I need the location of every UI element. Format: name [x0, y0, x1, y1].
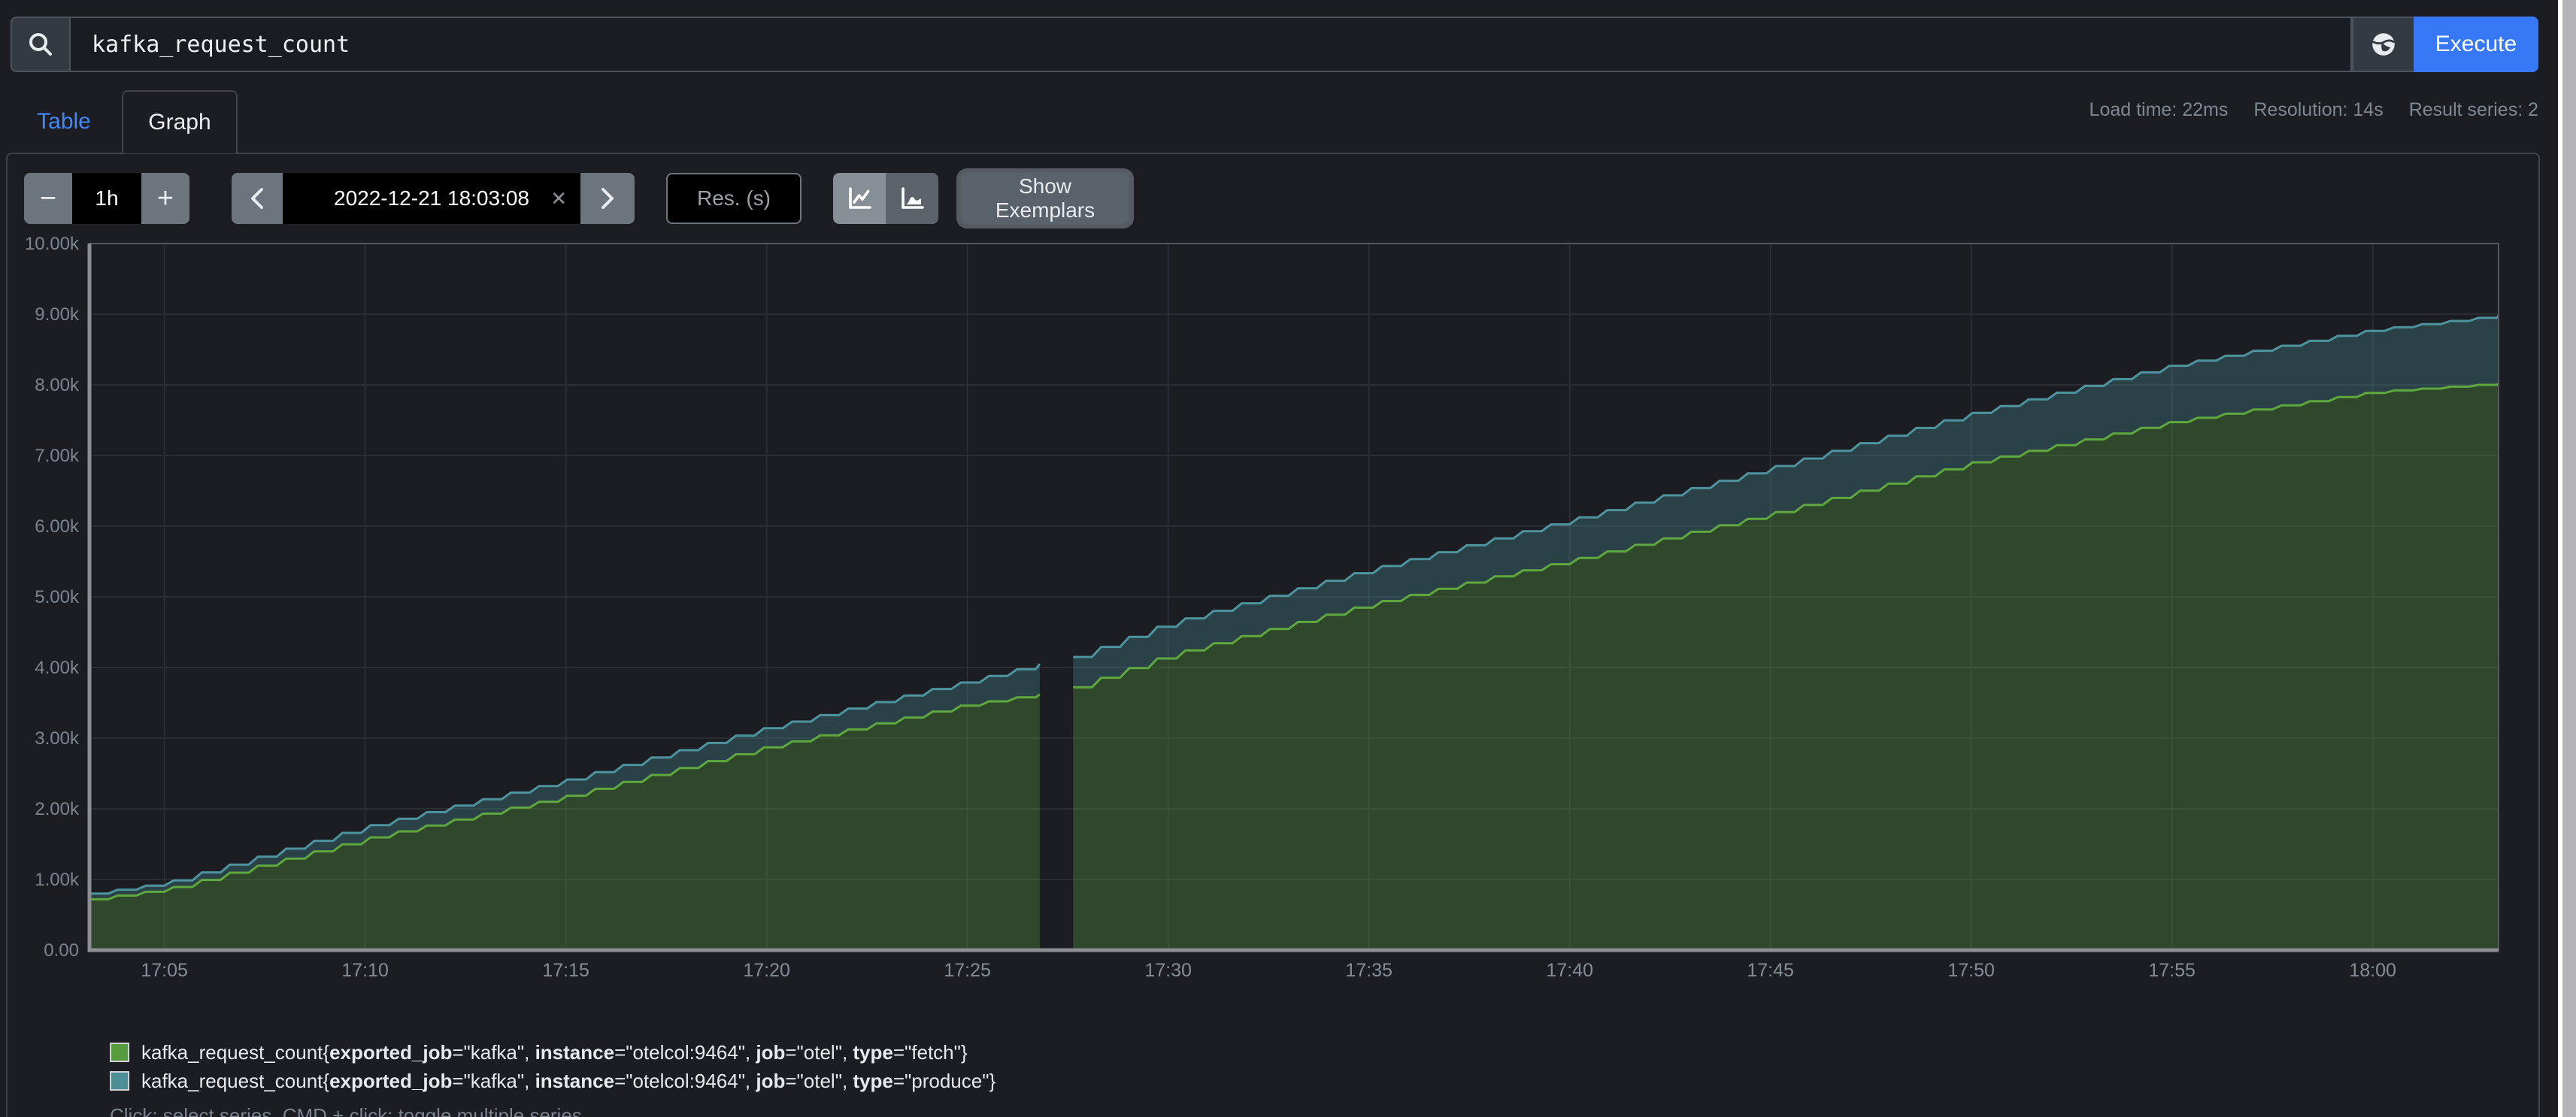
datetime-value: 2022-12-21 18:03:08 [334, 186, 529, 210]
range-input[interactable]: 1h [72, 173, 141, 224]
stacked-chart-mode-button[interactable] [886, 173, 938, 224]
graph-legend: kafka_request_count{exported_job="kafka"… [110, 1038, 996, 1117]
page-scrollbar[interactable] [2558, 0, 2576, 1117]
series-label: kafka_request_count{exported_job="kafka"… [141, 1041, 968, 1064]
series-swatch [110, 1043, 129, 1062]
svg-text:17:25: 17:25 [944, 960, 991, 981]
time-forward-button[interactable] [580, 173, 635, 224]
svg-text:17:55: 17:55 [2148, 960, 2196, 981]
svg-text:7.00k: 7.00k [35, 446, 80, 466]
resolution-input[interactable] [666, 173, 802, 224]
resolution-stat: Resolution: 14s [2253, 99, 2383, 121]
load-time: Load time: 22ms [2090, 99, 2229, 121]
query-input[interactable] [69, 17, 2352, 72]
svg-text:3.00k: 3.00k [35, 728, 80, 749]
svg-text:17:15: 17:15 [542, 960, 589, 981]
svg-text:17:10: 17:10 [341, 960, 389, 981]
svg-text:6.00k: 6.00k [35, 516, 80, 537]
svg-text:17:50: 17:50 [1947, 960, 1995, 981]
tab-table[interactable]: Table [6, 90, 122, 153]
chevron-left-icon [249, 186, 265, 210]
time-travel-button[interactable] [2352, 17, 2414, 72]
range-input-group: − 1h + [24, 173, 189, 224]
svg-text:17:45: 17:45 [1747, 960, 1794, 981]
svg-text:17:35: 17:35 [1345, 960, 1393, 981]
datetime-input[interactable]: 2022-12-21 18:03:08 ✕ [283, 173, 580, 224]
svg-text:1.00k: 1.00k [35, 870, 80, 890]
svg-text:5.00k: 5.00k [35, 587, 80, 607]
legend-rows: kafka_request_count{exported_job="kafka"… [110, 1038, 996, 1095]
datetime-clear-icon[interactable]: ✕ [550, 187, 567, 210]
svg-text:17:05: 17:05 [141, 960, 188, 981]
stacked-chart-icon [899, 185, 926, 212]
search-icon-segment [11, 17, 69, 72]
query-stats: Load time: 22ms Resolution: 14s Result s… [2090, 99, 2538, 121]
range-increase-button[interactable]: + [141, 173, 189, 224]
chevron-right-icon [599, 186, 616, 210]
range-decrease-button[interactable]: − [24, 173, 72, 224]
svg-text:9.00k: 9.00k [35, 304, 80, 325]
svg-text:17:30: 17:30 [1144, 960, 1192, 981]
graph-controls: − 1h + 2022-12-21 18:03:08 ✕ [24, 173, 1129, 224]
time-back-button[interactable] [232, 173, 283, 224]
legend-item[interactable]: kafka_request_count{exported_job="kafka"… [110, 1038, 996, 1067]
svg-text:18:00: 18:00 [2349, 960, 2396, 981]
globe-icon [2370, 31, 2397, 58]
svg-text:8.00k: 8.00k [35, 375, 80, 395]
execute-button[interactable]: Execute [2414, 17, 2538, 72]
line-chart-icon [846, 185, 873, 212]
search-icon [28, 32, 53, 57]
svg-text:10.00k: 10.00k [25, 236, 80, 254]
series-swatch [110, 1071, 129, 1091]
result-series-stat: Result series: 2 [2409, 99, 2538, 121]
svg-text:4.00k: 4.00k [35, 658, 80, 678]
chart-mode-toggle [833, 173, 938, 224]
graph-canvas[interactable]: 0.00 1.00k 2.00k 3.00k 4.00k 5.00k 6.00k 7.00k 8… [8, 236, 2534, 995]
svg-text:2.00k: 2.00k [35, 799, 80, 819]
scrollbar-thumb[interactable] [2562, 0, 2576, 1117]
legend-hint: Click: select series, CMD + click: toggl… [110, 1104, 996, 1117]
line-chart-mode-button[interactable] [833, 173, 886, 224]
query-bar: Execute [11, 17, 2538, 72]
svg-text:17:40: 17:40 [1546, 960, 1593, 981]
graph-panel: − 1h + 2022-12-21 18:03:08 ✕ [6, 153, 2540, 1117]
graph-chart[interactable]: 0.00 1.00k 2.00k 3.00k 4.00k 5.00k 6.00k 7.00k 8… [8, 236, 2534, 995]
show-exemplars-button[interactable]: Show Exemplars [961, 173, 1129, 224]
panel-tabs: Table Graph [6, 90, 238, 153]
svg-text:0.00: 0.00 [44, 940, 79, 961]
datetime-group: 2022-12-21 18:03:08 ✕ [232, 173, 635, 224]
tab-graph[interactable]: Graph [122, 90, 238, 153]
svg-text:17:20: 17:20 [743, 960, 790, 981]
series-label: kafka_request_count{exported_job="kafka"… [141, 1070, 996, 1093]
prometheus-graph-page: Execute Load time: 22ms Resolution: 14s … [0, 0, 2576, 1117]
legend-item[interactable]: kafka_request_count{exported_job="kafka"… [110, 1067, 996, 1095]
